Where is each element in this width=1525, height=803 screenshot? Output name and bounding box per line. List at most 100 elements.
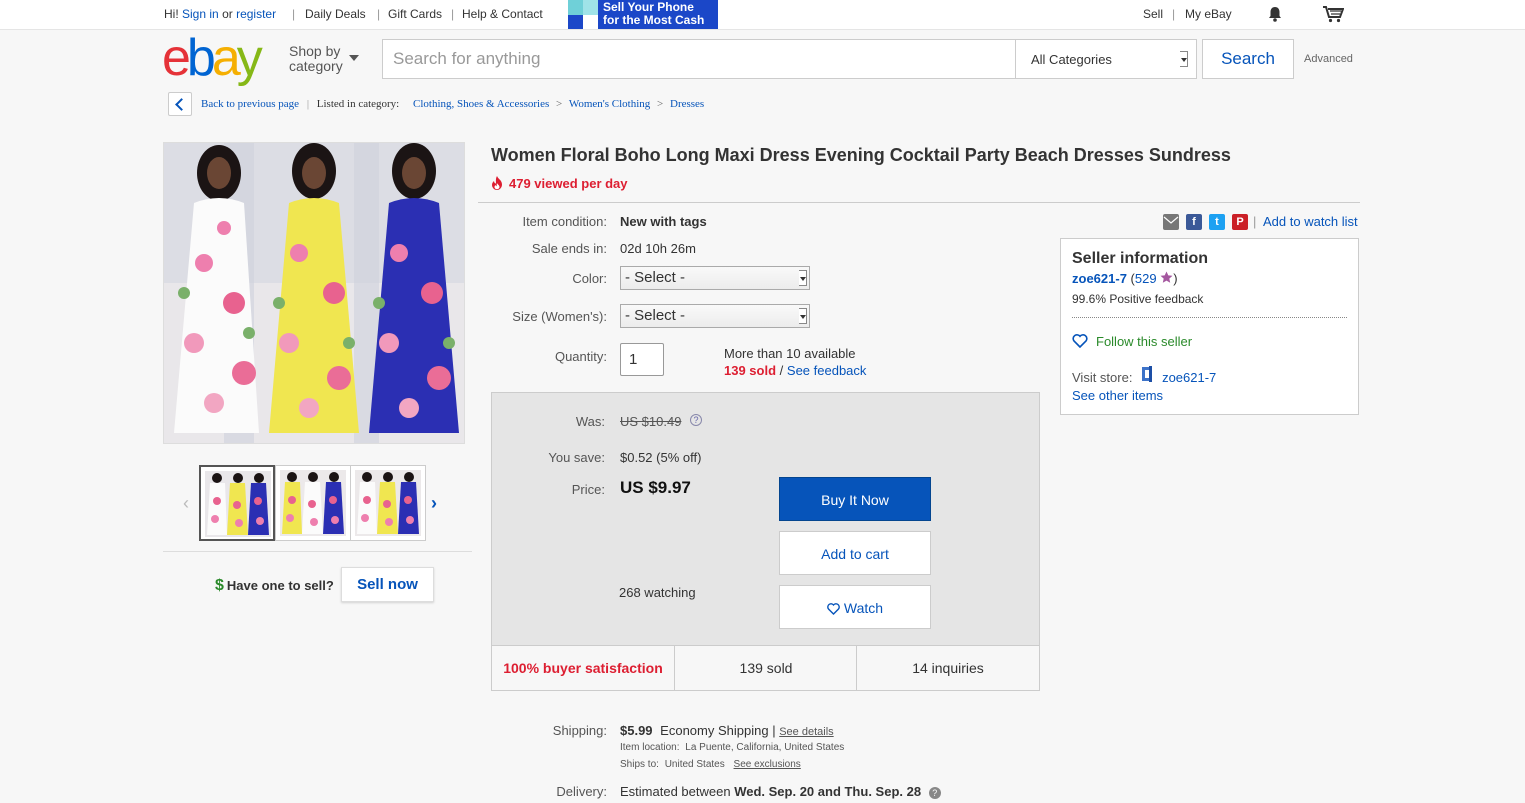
- gift-cards-link[interactable]: Gift Cards: [388, 7, 442, 21]
- buy-it-now-button[interactable]: Buy It Now: [779, 477, 931, 521]
- available-text: More than 10 available: [724, 346, 856, 361]
- buy-box: Was: US $10.49 ? You save: $0.52 (5% off…: [491, 392, 1040, 691]
- logo-letter: b: [186, 29, 216, 87]
- visit-store-row: Visit store: zoe621-7: [1072, 365, 1216, 386]
- price-value: US $9.97: [620, 478, 691, 497]
- twitter-icon[interactable]: t: [1209, 214, 1225, 230]
- shipping-separator: |: [772, 723, 776, 738]
- advanced-search-link[interactable]: Advanced: [1304, 53, 1353, 65]
- promo-banner[interactable]: Sell Your Phone for the Most Cash: [568, 0, 718, 29]
- listed-in-label: Listed in category:: [316, 98, 400, 110]
- price-label: Price:: [571, 482, 605, 497]
- visit-store-label: Visit store:: [1072, 370, 1133, 385]
- promo-logo-block: [583, 15, 598, 29]
- help-icon[interactable]: ?: [928, 787, 941, 799]
- greeting: Hi! Sign in or register: [164, 7, 276, 21]
- have-one-label: Have one to sell?: [226, 578, 334, 593]
- follow-seller-link[interactable]: Follow this seller: [1072, 334, 1192, 351]
- was-price: US $10.49: [620, 414, 682, 429]
- search-bar: All Categories: [382, 39, 1197, 79]
- divider: |: [1253, 214, 1257, 229]
- size-select[interactable]: - Select -: [620, 304, 810, 328]
- sale-ends-value: 02d 10h 26m: [620, 241, 696, 256]
- item-title: Women Floral Boho Long Maxi Dress Evenin…: [491, 145, 1231, 165]
- divider: [478, 202, 1360, 203]
- color-select-value: - Select -: [625, 269, 686, 286]
- divider: |: [1172, 7, 1176, 21]
- store-link[interactable]: zoe621-7: [1162, 370, 1216, 385]
- divider: [1072, 317, 1347, 318]
- bell-icon[interactable]: [1267, 6, 1283, 25]
- fire-icon: [491, 176, 503, 193]
- logo-letter: a: [211, 29, 241, 87]
- feedback-score-link[interactable]: 529: [1135, 271, 1157, 286]
- sold-feedback: 139 sold / See feedback: [724, 363, 866, 378]
- category-select[interactable]: All Categories: [1015, 40, 1196, 78]
- thumbnail-2[interactable]: [275, 465, 351, 541]
- breadcrumb-item-clothing[interactable]: Clothing, Shoes & Accessories: [413, 98, 549, 110]
- you-save-label: You save:: [548, 450, 605, 465]
- sell-now-button[interactable]: Sell now: [341, 567, 434, 602]
- buyer-satisfaction: 100% buyer satisfaction: [503, 660, 663, 676]
- daily-deals-link[interactable]: Daily Deals: [305, 7, 366, 21]
- select-arrow-icon: [799, 270, 807, 286]
- have-one-to-sell: $ Have one to sell?: [215, 577, 334, 595]
- divider: |: [306, 98, 310, 110]
- my-ebay-link[interactable]: My eBay: [1185, 7, 1232, 21]
- ebay-logo[interactable]: ebay: [162, 32, 282, 84]
- watching-count: 268 watching: [619, 585, 696, 600]
- pinterest-icon[interactable]: P: [1232, 214, 1248, 230]
- watch-button[interactable]: Watch: [779, 585, 931, 629]
- color-select[interactable]: - Select -: [620, 266, 810, 290]
- thumbnail-3[interactable]: [350, 465, 426, 541]
- help-contact-link[interactable]: Help & Contact: [462, 7, 543, 21]
- cart-icon[interactable]: [1322, 5, 1345, 26]
- chevron-left-icon[interactable]: ‹: [183, 493, 189, 514]
- dollar-icon: $: [215, 577, 224, 594]
- divider: |: [377, 7, 381, 21]
- item-location: Item location: La Puente, California, Un…: [620, 742, 844, 753]
- sold-count-link[interactable]: 139 sold: [724, 363, 776, 378]
- register-link[interactable]: register: [236, 7, 276, 21]
- breadcrumb: Back to previous page | Listed in catego…: [201, 98, 704, 110]
- follow-seller-label: Follow this seller: [1096, 334, 1193, 349]
- breadcrumb-item-womens-clothing[interactable]: Women's Clothing: [569, 98, 650, 110]
- add-to-cart-button[interactable]: Add to cart: [779, 531, 931, 575]
- sold-count: 139 sold: [739, 660, 793, 676]
- product-main-image[interactable]: [163, 142, 465, 444]
- you-save-value: $0.52 (5% off): [620, 450, 702, 465]
- quantity-input[interactable]: 1: [620, 343, 664, 376]
- inquiries-count: 14 inquiries: [912, 660, 984, 676]
- thumbnail-1[interactable]: [199, 465, 275, 541]
- see-details-link[interactable]: See details: [779, 726, 833, 738]
- search-input[interactable]: [383, 40, 1015, 78]
- logo-letter: y: [236, 29, 263, 87]
- sign-in-link[interactable]: Sign in: [182, 7, 219, 21]
- greeting-text: Hi!: [164, 7, 179, 21]
- back-to-previous-link[interactable]: Back to previous page: [201, 98, 299, 110]
- help-icon[interactable]: ?: [690, 414, 702, 426]
- seller-name-link[interactable]: zoe621-7: [1072, 271, 1127, 286]
- ships-to: Ships to: United States See exclusions: [620, 759, 801, 770]
- shipping-method: Economy Shipping: [660, 723, 769, 738]
- add-to-watch-list-link[interactable]: Add to watch list: [1263, 214, 1358, 229]
- see-feedback-link[interactable]: See feedback: [787, 363, 867, 378]
- sell-link[interactable]: Sell: [1143, 7, 1163, 21]
- see-exclusions-link[interactable]: See exclusions: [734, 759, 801, 770]
- condition-value: New with tags: [620, 214, 707, 229]
- quantity-label: Quantity:: [554, 349, 607, 364]
- shop-by-category-button[interactable]: Shop by category: [289, 44, 343, 74]
- facebook-icon[interactable]: f: [1186, 214, 1202, 230]
- chevron-right-icon[interactable]: ›: [431, 493, 437, 514]
- heart-icon: [827, 588, 840, 632]
- item-location-label: Item location:: [620, 742, 680, 753]
- star-icon: [1160, 271, 1173, 287]
- promo-logo-block: [583, 0, 598, 15]
- breadcrumb-item-dresses[interactable]: Dresses: [670, 98, 704, 110]
- viewed-per-day: 479 viewed per day: [491, 176, 628, 193]
- see-other-items-link[interactable]: See other items: [1072, 388, 1163, 403]
- back-arrow-icon[interactable]: [168, 92, 192, 116]
- email-icon[interactable]: [1163, 214, 1179, 230]
- search-button[interactable]: Search: [1202, 39, 1294, 79]
- seller-info-heading: Seller information: [1072, 250, 1209, 267]
